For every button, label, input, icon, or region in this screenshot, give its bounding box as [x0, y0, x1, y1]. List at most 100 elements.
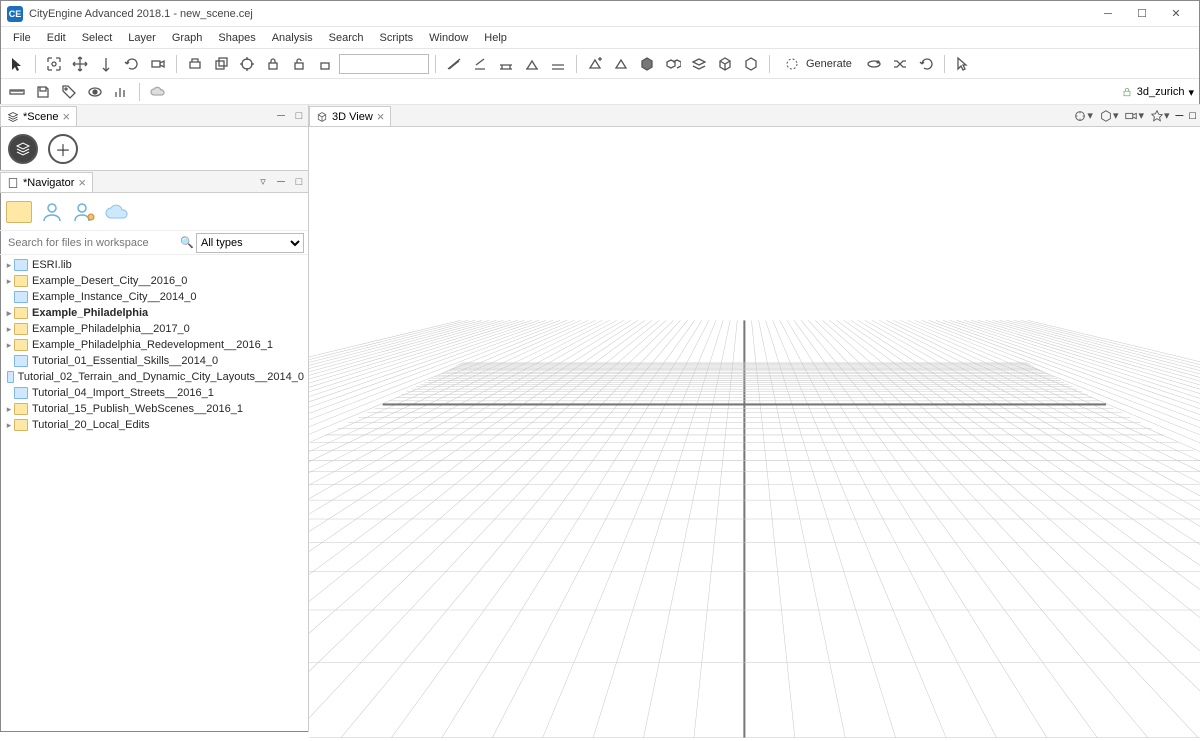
chart-icon[interactable]	[109, 80, 133, 104]
panel-menu-icon[interactable]: ▿	[254, 175, 272, 188]
arrow-cursor-icon[interactable]	[951, 52, 975, 76]
menu-search[interactable]: Search	[321, 30, 372, 46]
scene-add-button[interactable]: ＋	[48, 134, 78, 164]
isolate-icon[interactable]	[235, 52, 259, 76]
person-icon[interactable]	[40, 201, 64, 223]
tree-item[interactable]: Example_Instance_City__2014_0	[0, 289, 308, 305]
menu-select[interactable]: Select	[74, 30, 121, 46]
lock-icon[interactable]	[261, 52, 285, 76]
menu-shapes[interactable]: Shapes	[210, 30, 263, 46]
orbit-icon[interactable]	[862, 52, 886, 76]
cloud-icon[interactable]	[104, 202, 132, 222]
navigator-tree[interactable]: ▸ESRI.lib▸Example_Desert_City__2016_0Exa…	[0, 255, 308, 435]
tree-item[interactable]: ▸Tutorial_15_Publish_WebScenes__2016_1	[0, 401, 308, 417]
undo-icon[interactable]	[914, 52, 938, 76]
folder-icon	[14, 323, 28, 335]
expand-icon[interactable]: ▸	[4, 420, 14, 431]
ruler-icon[interactable]	[5, 80, 29, 104]
window-minimize-button[interactable]: ─	[1091, 2, 1125, 26]
local-folder-icon[interactable]	[6, 201, 32, 223]
street-edit-icon[interactable]	[468, 52, 492, 76]
move-tool-icon[interactable]	[68, 52, 92, 76]
tab-close-icon[interactable]: ×	[78, 176, 86, 189]
menu-window[interactable]: Window	[421, 30, 476, 46]
tab-close-icon[interactable]: ×	[62, 110, 70, 123]
lock-outline-icon[interactable]	[313, 52, 337, 76]
menu-analysis[interactable]: Analysis	[264, 30, 321, 46]
toolbar-input[interactable]	[339, 54, 429, 74]
camera-tool-icon[interactable]	[146, 52, 170, 76]
cloud-icon[interactable]	[146, 80, 170, 104]
menu-edit[interactable]: Edit	[39, 30, 74, 46]
menu-file[interactable]: File	[5, 30, 39, 46]
menu-graph[interactable]: Graph	[164, 30, 211, 46]
eye-icon[interactable]	[83, 80, 107, 104]
rotate-tool-icon[interactable]	[120, 52, 144, 76]
search-icon[interactable]: 🔍	[180, 236, 196, 249]
push-pull-icon[interactable]	[183, 52, 207, 76]
unlock-icon[interactable]	[287, 52, 311, 76]
tree-item[interactable]: ▸Example_Philadelphia	[0, 305, 308, 321]
viewport-3d[interactable]	[309, 127, 1200, 738]
person-add-icon[interactable]	[72, 201, 96, 223]
panel-maximize-icon[interactable]: □	[290, 176, 308, 188]
expand-icon[interactable]: ▸	[4, 308, 14, 319]
panel-maximize-icon[interactable]: □	[290, 110, 308, 122]
shuffle-icon[interactable]	[888, 52, 912, 76]
tree-item[interactable]: ▸Example_Philadelphia_Redevelopment__201…	[0, 337, 308, 353]
navigator-search-input[interactable]	[4, 235, 180, 251]
tree-item[interactable]: Tutorial_01_Essential_Skills__2014_0	[0, 353, 308, 369]
expand-icon[interactable]: ▸	[4, 260, 14, 271]
workspace-switcher[interactable]: 3d_zurich ▾	[1121, 86, 1194, 99]
grid-plane	[309, 127, 1200, 738]
tag-icon[interactable]	[57, 80, 81, 104]
navigator-filter-select[interactable]: All types	[196, 233, 304, 253]
view-camera-icon[interactable]: ▾	[1124, 109, 1144, 123]
tree-item[interactable]: ▸Tutorial_20_Local_Edits	[0, 417, 308, 433]
window-maximize-button[interactable]: ☐	[1125, 2, 1159, 26]
layer-icon[interactable]	[687, 52, 711, 76]
expand-icon[interactable]: ▸	[4, 324, 14, 335]
frame-tool-icon[interactable]	[42, 52, 66, 76]
menu-help[interactable]: Help	[476, 30, 515, 46]
generate-button[interactable]: Generate	[776, 54, 860, 74]
scene-layers-button[interactable]	[8, 134, 38, 164]
polygon-add-icon[interactable]	[583, 52, 607, 76]
cubes-icon[interactable]	[661, 52, 685, 76]
toolbar-separator	[139, 83, 140, 101]
save-icon[interactable]	[31, 80, 55, 104]
window-close-button[interactable]: ✕	[1159, 2, 1193, 26]
street-simplify-icon[interactable]	[546, 52, 570, 76]
tree-item[interactable]: ▸Example_Desert_City__2016_0	[0, 273, 308, 289]
polygon-icon[interactable]	[609, 52, 633, 76]
cube-filled-icon[interactable]	[635, 52, 659, 76]
menu-layer[interactable]: Layer	[120, 30, 164, 46]
street-draw-icon[interactable]	[442, 52, 466, 76]
tree-item[interactable]: Tutorial_04_Import_Streets__2016_1	[0, 385, 308, 401]
tree-item[interactable]: ▸ESRI.lib	[0, 257, 308, 273]
view-render-icon[interactable]: ▾	[1099, 109, 1119, 123]
tab-close-icon[interactable]: ×	[377, 110, 385, 123]
street-cleanup-icon[interactable]	[494, 52, 518, 76]
select-tool-icon[interactable]	[5, 52, 29, 76]
cube-wire-icon[interactable]	[713, 52, 737, 76]
street-align-icon[interactable]	[520, 52, 544, 76]
tree-item[interactable]: ▸Example_Philadelphia__2017_0	[0, 321, 308, 337]
view-bookmark-icon[interactable]: ▾	[1150, 109, 1170, 123]
expand-icon[interactable]: ▸	[4, 276, 14, 287]
expand-icon[interactable]: ▸	[4, 404, 14, 415]
cube-outline-icon[interactable]	[739, 52, 763, 76]
scale-tool-icon[interactable]	[94, 52, 118, 76]
copy-outward-icon[interactable]	[209, 52, 233, 76]
panel-minimize-icon[interactable]: ─	[272, 176, 290, 188]
view3d-tab[interactable]: 3D View ×	[309, 106, 391, 126]
menu-scripts[interactable]: Scripts	[372, 30, 422, 46]
navigator-tab[interactable]: *Navigator ×	[0, 172, 93, 192]
panel-maximize-icon[interactable]: □	[1189, 110, 1196, 122]
scene-tab[interactable]: *Scene ×	[0, 106, 77, 126]
expand-icon[interactable]: ▸	[4, 340, 14, 351]
view-compass-icon[interactable]: ▾	[1073, 109, 1093, 123]
panel-minimize-icon[interactable]: ─	[272, 110, 290, 122]
tree-item[interactable]: Tutorial_02_Terrain_and_Dynamic_City_Lay…	[0, 369, 308, 385]
panel-minimize-icon[interactable]: ─	[1176, 110, 1184, 122]
